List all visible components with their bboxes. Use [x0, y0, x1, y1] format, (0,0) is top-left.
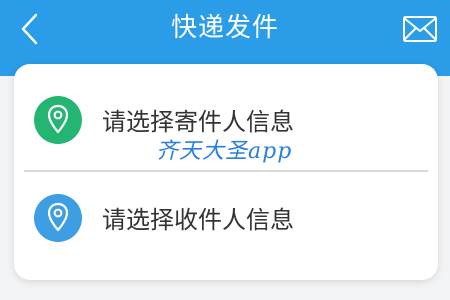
watermark-text: 齐天大圣app	[156, 139, 293, 164]
recipient-info-label: 请选择收件人信息	[102, 206, 294, 234]
recipient-location-icon	[34, 194, 82, 242]
envelope-icon	[403, 16, 437, 42]
recipient-info-row[interactable]: 请选择收件人信息	[14, 172, 438, 268]
mail-button[interactable]	[402, 14, 438, 44]
page-title: 快递发件	[170, 13, 279, 43]
address-card: 请选择寄件人信息 请选择收件人信息	[14, 64, 438, 280]
sender-info-label: 请选择寄件人信息	[102, 108, 294, 136]
sender-location-icon	[34, 96, 82, 144]
location-pin-icon	[47, 202, 69, 232]
location-pin-icon	[47, 104, 69, 134]
